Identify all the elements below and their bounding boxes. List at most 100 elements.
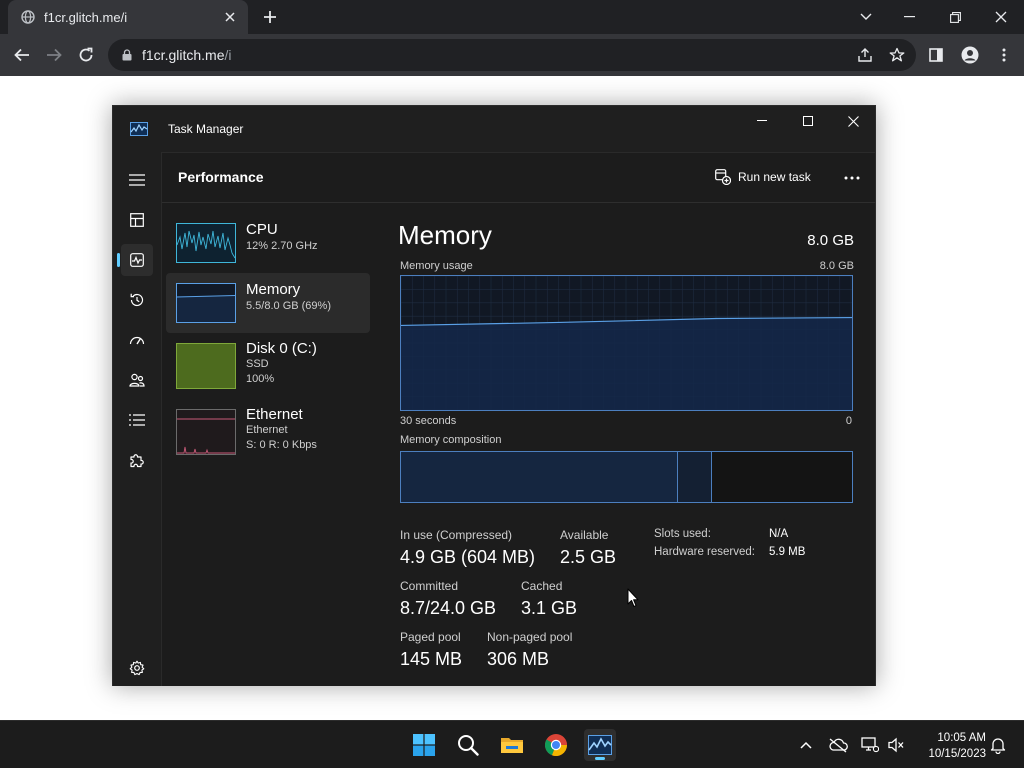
browser-window-controls bbox=[846, 0, 1024, 34]
resource-item-cpu[interactable]: CPU 12% 2.70 GHz bbox=[166, 213, 370, 273]
windows-taskbar: 10:05 AM 10/15/2023 bbox=[0, 720, 1024, 768]
memory-usage-max: 8.0 GB bbox=[819, 260, 854, 272]
toolbar-right bbox=[924, 43, 1016, 67]
browser-tab[interactable]: f1cr.glitch.me/i bbox=[8, 0, 248, 34]
memory-detail-panel: Memory 8.0 GB Memory usage 8.0 GB 30 sec… bbox=[398, 203, 858, 687]
tab-title: f1cr.glitch.me/i bbox=[44, 9, 128, 25]
lock-icon[interactable] bbox=[120, 48, 134, 62]
notification-bell-icon[interactable] bbox=[988, 735, 1008, 755]
paged-pool-label: Paged pool bbox=[400, 630, 461, 644]
hamburger-menu-icon[interactable] bbox=[121, 164, 153, 196]
non-paged-pool-label: Non-paged pool bbox=[487, 630, 573, 644]
memory-usage-area bbox=[401, 317, 852, 410]
detail-title: Memory bbox=[398, 220, 492, 250]
memory-usage-label: Memory usage bbox=[400, 260, 473, 272]
url-path: /i bbox=[224, 47, 232, 63]
windows-start-icon[interactable] bbox=[408, 729, 440, 761]
paged-pool-value: 145 MB bbox=[400, 649, 463, 669]
slots-used-value: N/A bbox=[769, 528, 789, 540]
mouse-cursor-icon bbox=[627, 588, 639, 607]
restore-icon[interactable] bbox=[932, 0, 978, 34]
close-tab-icon[interactable] bbox=[222, 9, 238, 25]
close-icon[interactable] bbox=[978, 0, 1024, 34]
clock-date: 10/15/2023 bbox=[928, 748, 986, 760]
new-tab-icon[interactable] bbox=[260, 7, 280, 27]
task-manager-taskbar-icon[interactable] bbox=[584, 729, 616, 761]
resource-detail: Ethernet bbox=[246, 424, 288, 436]
resource-detail: 5.5/8.0 GB (69%) bbox=[246, 300, 331, 312]
in-use-value: 4.9 GB (604 MB) bbox=[400, 547, 536, 567]
committed-value: 8.7/24.0 GB bbox=[400, 598, 497, 618]
resource-detail: 12% 2.70 GHz bbox=[246, 240, 318, 252]
resource-name: Disk 0 (C:) bbox=[246, 340, 317, 357]
maximize-icon[interactable] bbox=[785, 106, 831, 136]
startup-apps-icon[interactable] bbox=[121, 324, 153, 356]
url-host: f1cr.glitch.me bbox=[142, 47, 225, 63]
graph-time-left: 30 seconds bbox=[400, 415, 457, 427]
volume-muted-icon[interactable] bbox=[886, 735, 906, 755]
forward-arrow-icon[interactable] bbox=[42, 43, 66, 67]
services-puzzle-icon[interactable] bbox=[121, 444, 153, 476]
share-icon[interactable] bbox=[856, 46, 874, 64]
available-label: Available bbox=[560, 528, 609, 542]
window-title: Task Manager bbox=[168, 122, 244, 136]
profile-icon[interactable] bbox=[958, 43, 982, 67]
resource-item-disk[interactable]: Disk 0 (C:) SSD 100% bbox=[166, 333, 370, 393]
taskbar-clock[interactable]: 10:05 AM 10/15/2023 bbox=[912, 730, 986, 762]
users-icon[interactable] bbox=[121, 364, 153, 396]
memory-composition-label: Memory composition bbox=[400, 434, 502, 446]
bookmark-star-icon[interactable] bbox=[888, 46, 906, 64]
more-options-icon[interactable] bbox=[838, 166, 866, 190]
tab-search-chevron-icon[interactable] bbox=[846, 0, 886, 34]
settings-gear-icon[interactable] bbox=[121, 652, 153, 684]
processes-icon[interactable] bbox=[121, 204, 153, 236]
run-new-task-button[interactable]: Run new task bbox=[714, 167, 811, 187]
show-hidden-icons-chevron-icon[interactable] bbox=[796, 735, 816, 755]
cpu-thumbnail-graph bbox=[176, 223, 236, 263]
ethernet-thumbnail-graph bbox=[176, 409, 236, 455]
slots-used-label: Slots used: bbox=[654, 528, 711, 540]
resource-item-ethernet[interactable]: Ethernet Ethernet S: 0 R: 0 Kbps bbox=[166, 399, 370, 459]
hardware-reserved-label: Hardware reserved: bbox=[654, 546, 755, 558]
search-icon[interactable] bbox=[452, 729, 484, 761]
reload-icon[interactable] bbox=[74, 43, 98, 67]
url-text[interactable]: f1cr.glitch.me/i bbox=[142, 47, 231, 63]
address-bar[interactable]: f1cr.glitch.me/i bbox=[108, 39, 916, 71]
non-paged-pool-value: 306 MB bbox=[487, 649, 550, 669]
clock-time: 10:05 AM bbox=[937, 732, 986, 744]
memory-composition-bar[interactable] bbox=[400, 451, 853, 503]
resource-name: CPU bbox=[246, 221, 278, 238]
kebab-menu-icon[interactable] bbox=[992, 43, 1016, 67]
app-history-icon[interactable] bbox=[121, 284, 153, 316]
file-explorer-icon[interactable] bbox=[496, 729, 528, 761]
close-icon[interactable] bbox=[830, 106, 876, 136]
resource-detail: S: 0 R: 0 Kbps bbox=[246, 439, 317, 451]
minimize-icon[interactable] bbox=[739, 106, 785, 136]
side-panel-icon[interactable] bbox=[924, 43, 948, 67]
page-title: Performance bbox=[178, 169, 264, 185]
onedrive-offline-icon[interactable] bbox=[828, 735, 848, 755]
cached-label: Cached bbox=[521, 579, 563, 593]
cached-value: 3.1 GB bbox=[521, 598, 578, 618]
task-manager-titlebar[interactable]: Task Manager bbox=[113, 106, 875, 152]
memory-usage-graph bbox=[400, 275, 853, 411]
disk-thumbnail-graph bbox=[176, 343, 236, 389]
composition-modified[interactable] bbox=[678, 452, 712, 502]
resource-item-memory[interactable]: Memory 5.5/8.0 GB (69%) bbox=[166, 273, 370, 333]
back-arrow-icon[interactable] bbox=[10, 43, 34, 67]
network-icon[interactable] bbox=[860, 735, 880, 755]
available-value: 2.5 GB bbox=[560, 547, 617, 567]
memory-thumbnail-graph bbox=[176, 283, 236, 323]
composition-in-use[interactable] bbox=[401, 452, 678, 502]
performance-icon[interactable] bbox=[117, 244, 153, 276]
resource-name: Memory bbox=[246, 281, 301, 298]
chrome-icon[interactable] bbox=[540, 729, 572, 761]
detail-total: 8.0 GB bbox=[807, 232, 854, 249]
minimize-icon[interactable] bbox=[886, 0, 932, 34]
resource-detail: SSD bbox=[246, 358, 269, 370]
task-manager-nav-rail bbox=[113, 152, 161, 686]
in-use-label: In use (Compressed) bbox=[400, 528, 513, 542]
details-list-icon[interactable] bbox=[121, 404, 153, 436]
page-header: Performance Run new task bbox=[162, 153, 876, 203]
hardware-reserved-value: 5.9 MB bbox=[769, 546, 806, 558]
